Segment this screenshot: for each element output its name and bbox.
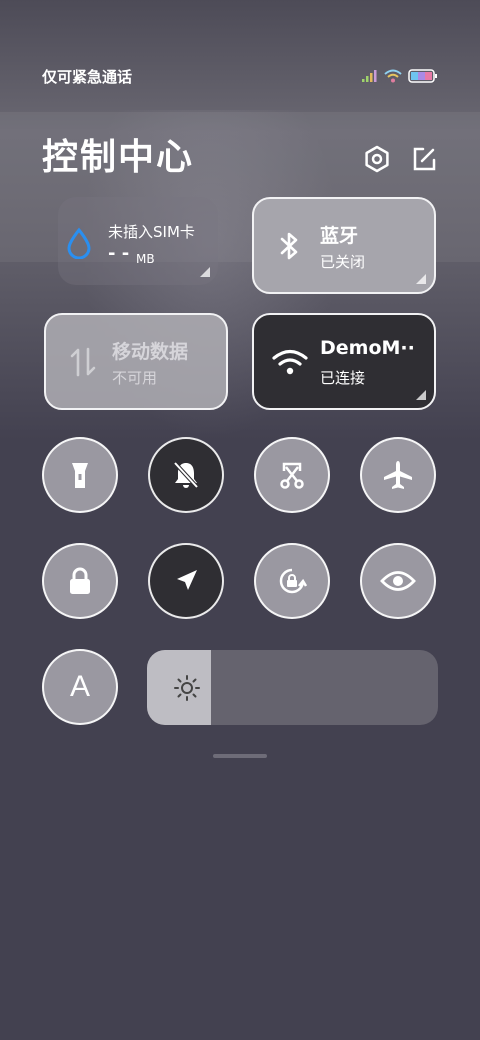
drag-handle[interactable]: [213, 754, 267, 758]
wifi-icon: [272, 349, 308, 375]
letter-a-icon: A: [69, 670, 90, 703]
bluetooth-icon: [280, 232, 298, 260]
expand-corner: [416, 274, 426, 284]
wifi-status: 已连接: [320, 369, 366, 387]
flashlight-icon: [72, 463, 88, 488]
bluetooth-tile[interactable]: 蓝牙 已关闭: [252, 197, 436, 294]
auto-brightness-toggle[interactable]: A: [42, 649, 118, 725]
scissors-icon: [280, 462, 304, 489]
mobile-data-tile[interactable]: 移动数据 不可用: [44, 313, 228, 410]
expand-corner: [416, 390, 426, 400]
mobile-data-status: 不可用: [112, 369, 158, 387]
screenshot-toggle[interactable]: [254, 437, 330, 513]
bluetooth-title: 蓝牙: [320, 225, 359, 247]
page-title: 控制中心: [42, 137, 195, 178]
settings-icon[interactable]: [362, 144, 392, 174]
sun-icon: [174, 675, 200, 701]
wifi-network-name: DemoM··: [320, 337, 415, 359]
eye-icon: [380, 571, 416, 591]
lock-screen-toggle[interactable]: [42, 543, 118, 619]
water-drop-icon: [67, 227, 91, 259]
location-arrow-icon: [177, 570, 197, 590]
bluetooth-status: 已关闭: [320, 253, 366, 271]
rotation-lock-toggle[interactable]: [254, 543, 330, 619]
reading-mode-toggle[interactable]: [360, 543, 436, 619]
data-arrows-icon: [70, 347, 96, 377]
bell-off-icon: [173, 461, 199, 489]
airplane-icon: [384, 461, 412, 489]
wifi-tile[interactable]: DemoM·· 已连接: [252, 313, 436, 410]
airplane-mode-toggle[interactable]: [360, 437, 436, 513]
data-usage-tile[interactable]: 未插入SIM卡 - - MB: [58, 197, 218, 285]
data-usage-value: - -: [108, 243, 130, 264]
mobile-data-title: 移动数据: [112, 341, 189, 363]
edit-icon[interactable]: [409, 144, 439, 174]
signal-icon: [362, 70, 377, 82]
battery-icon: [408, 69, 437, 83]
flashlight-toggle[interactable]: [42, 437, 118, 513]
status-bar: 仅可紧急通话: [42, 60, 438, 92]
expand-corner: [200, 267, 210, 277]
silent-toggle[interactable]: [148, 437, 224, 513]
brightness-slider[interactable]: [147, 650, 438, 725]
location-toggle[interactable]: [148, 543, 224, 619]
status-icons: [362, 69, 438, 83]
carrier-status-text: 仅可紧急通话: [42, 67, 133, 86]
data-usage-unit: MB: [136, 252, 155, 266]
lock-icon: [70, 567, 90, 594]
data-usage-title: 未插入SIM卡: [108, 223, 195, 241]
wifi-icon: [384, 69, 402, 83]
rotation-lock-icon: [279, 568, 308, 594]
